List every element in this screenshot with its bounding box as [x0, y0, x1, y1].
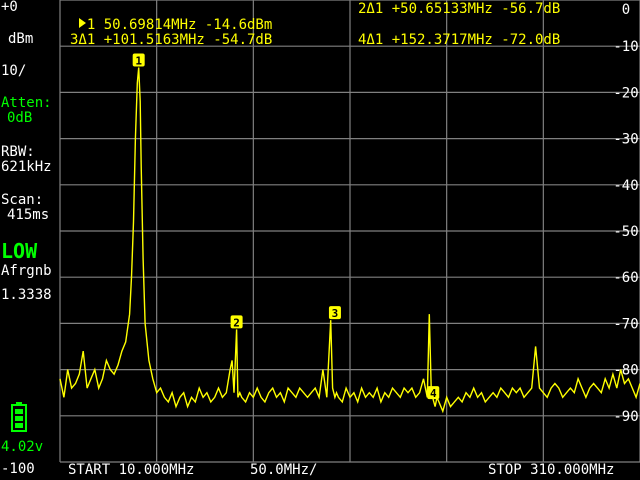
marker-4-readout[interactable]: 4Δ1 +152.3717MHz -72.0dB	[358, 32, 560, 48]
y-tick-label: -40	[613, 178, 638, 194]
per-division: 50.0MHz/	[250, 462, 318, 478]
marker-1-flag: 1	[132, 53, 145, 67]
y-tick-label: -60	[613, 270, 638, 286]
marker-2-readout[interactable]: 2Δ1 +50.65133MHz -56.7dB	[358, 1, 560, 17]
start-frequency[interactable]: START 10.000MHz	[68, 462, 194, 478]
y-tick-label: -90	[613, 409, 638, 425]
y-tick-label: -50	[613, 224, 638, 240]
marker-1-text: 1 50.69814MHz -14.6dBm	[86, 17, 273, 33]
marker-number: 2	[233, 316, 240, 329]
stop-frequency[interactable]: STOP 310.000MHz	[488, 462, 614, 478]
y-tick-label: -80	[613, 363, 638, 379]
spectrum-plot[interactable]: 0 -10 -20 -30 -40 -50 -60 -70 -80 -90 1 2 3 4	[0, 0, 640, 480]
y-tick-label: -30	[613, 132, 638, 148]
marker-2-flag: 2	[230, 315, 243, 329]
y-axis-labels: 0 -10 -20 -30 -40 -50 -60 -70 -80 -90	[613, 2, 638, 425]
marker-3-readout[interactable]: 3Δ1 +101.5163MHz -54.7dB	[70, 32, 272, 48]
marker-number: 3	[332, 307, 339, 320]
marker-4-flag: 4	[427, 386, 440, 400]
marker-active-icon	[78, 18, 86, 28]
marker-1-readout[interactable]: 1 50.69814MHz -14.6dBm	[62, 1, 272, 33]
marker-number: 1	[135, 54, 142, 67]
plot-grid	[59, 0, 640, 463]
marker-points: 1 2 3 4	[132, 53, 440, 400]
y-tick-label: -10	[613, 39, 638, 55]
marker-3-flag: 3	[328, 306, 341, 320]
y-tick-label: 0	[622, 2, 630, 18]
marker-number: 4	[430, 387, 437, 400]
y-tick-label: -70	[613, 316, 638, 332]
y-tick-label: -20	[613, 85, 638, 101]
